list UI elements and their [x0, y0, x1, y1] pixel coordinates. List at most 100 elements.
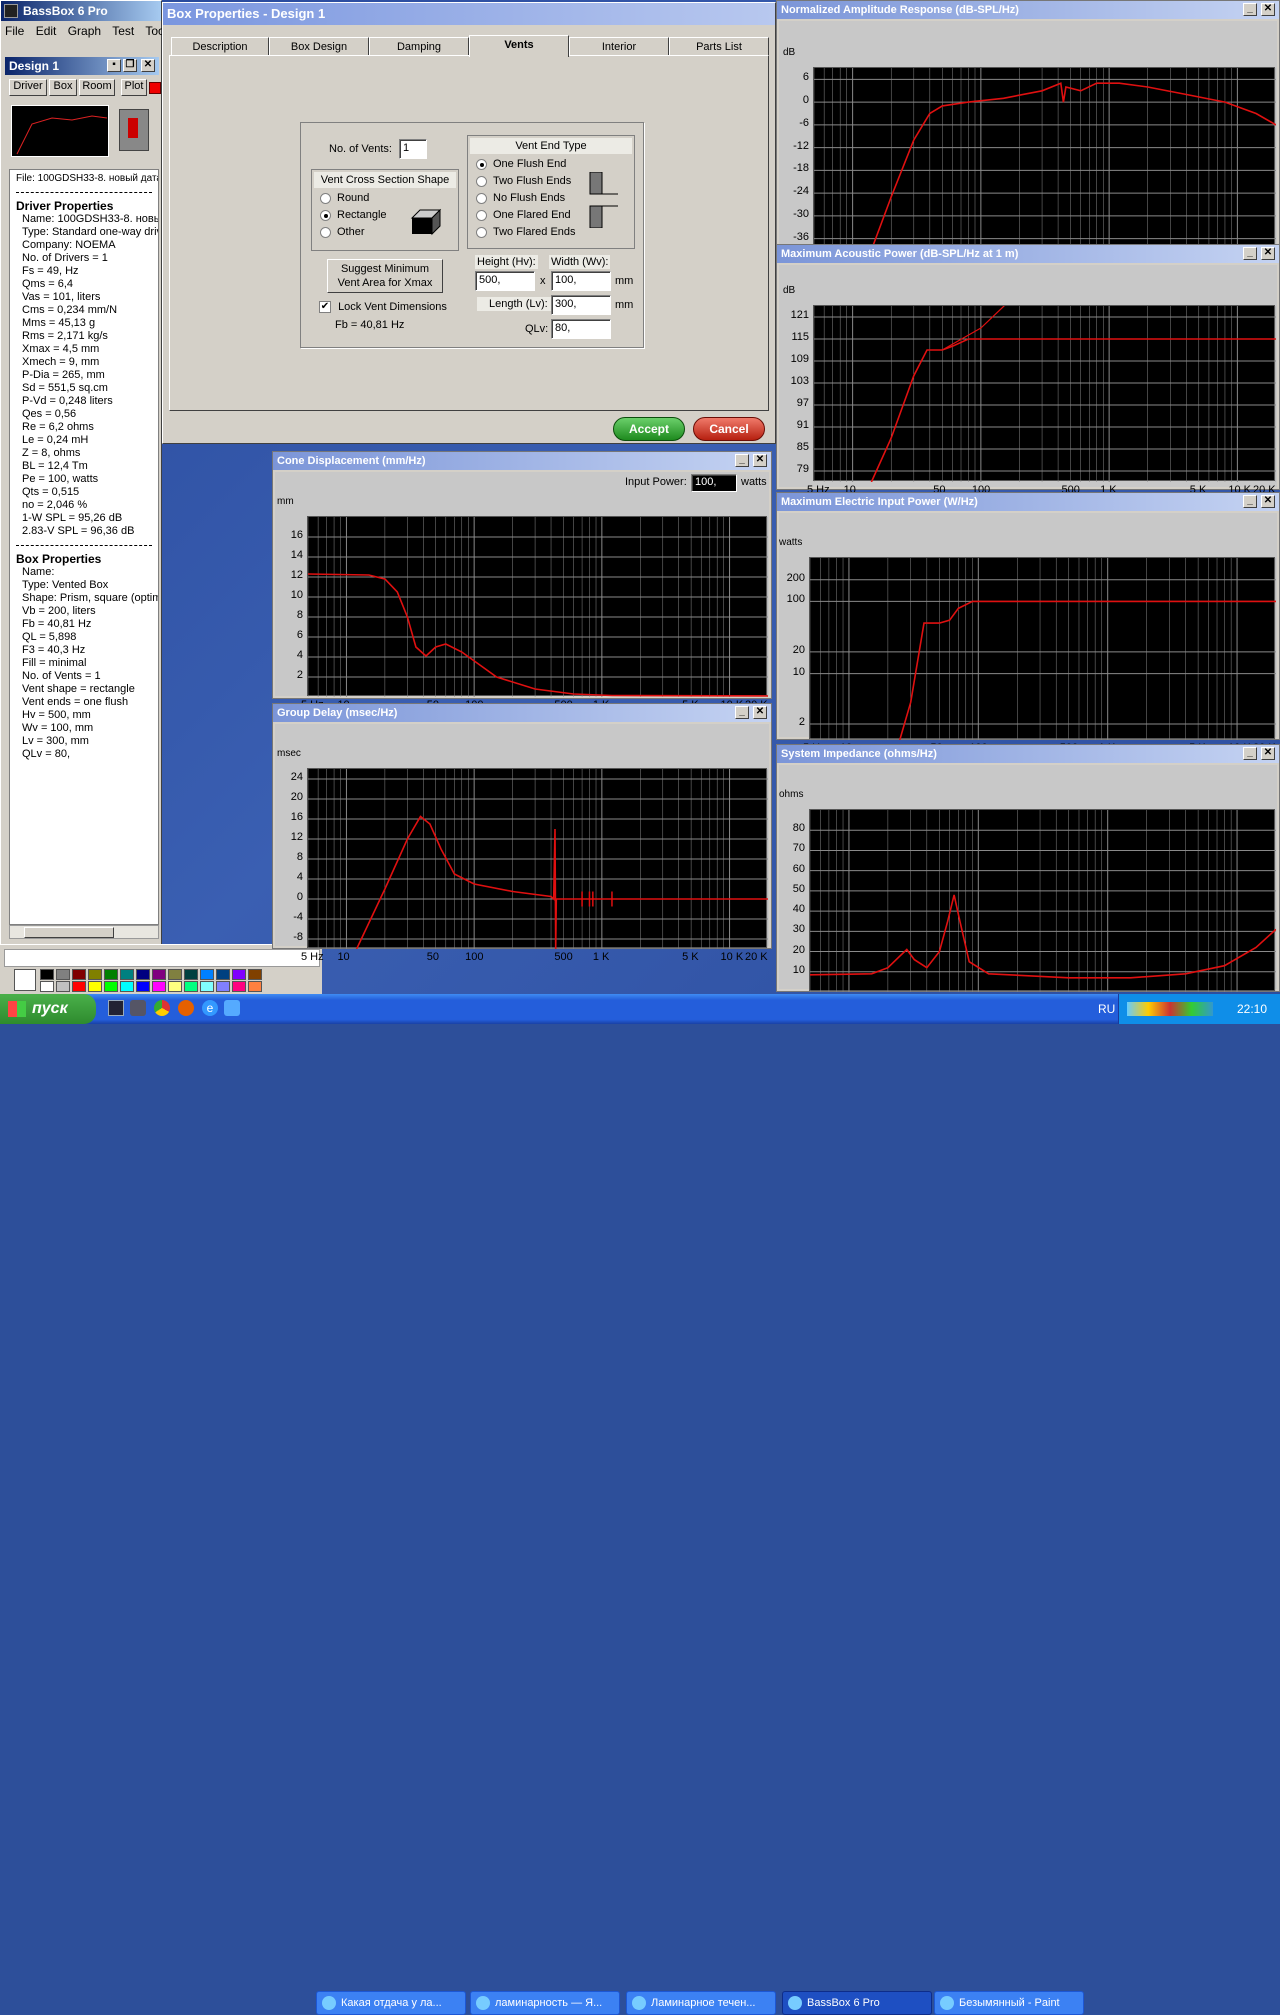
menu-file[interactable]: File — [5, 24, 24, 38]
palette-swatch[interactable] — [232, 969, 246, 980]
palette-swatch[interactable] — [72, 981, 86, 992]
minimize-icon[interactable]: _ — [1243, 3, 1257, 16]
minimize-icon[interactable]: _ — [1243, 247, 1257, 260]
box-properties-heading: Box Properties — [16, 552, 102, 566]
property-line: Fill = minimal — [22, 657, 87, 669]
menu-graph[interactable]: Graph — [68, 24, 101, 38]
minimize-icon[interactable]: _ — [1243, 747, 1257, 760]
palette-swatch[interactable] — [184, 981, 198, 992]
y-tick-label: 6 — [802, 71, 809, 84]
close-icon[interactable]: ✕ — [1261, 747, 1275, 760]
color-indicator[interactable] — [149, 82, 161, 94]
palette-swatch[interactable] — [248, 969, 262, 980]
palette-swatch[interactable] — [120, 969, 134, 980]
tray-icons[interactable] — [1127, 1002, 1213, 1016]
y-tick-label: -12 — [793, 139, 809, 152]
palette-swatch[interactable] — [168, 981, 182, 992]
radio-icon — [320, 192, 331, 204]
close-icon[interactable]: ✕ — [753, 454, 767, 467]
qlv-input[interactable]: 80, — [551, 319, 611, 339]
close-icon[interactable]: ✕ — [1261, 495, 1275, 508]
palette-swatch[interactable] — [136, 981, 150, 992]
width-input[interactable]: 100, — [551, 271, 611, 291]
palette-swatch[interactable] — [120, 981, 134, 992]
language-indicator[interactable]: RU — [1098, 1002, 1115, 1016]
accept-button[interactable]: Accept — [613, 417, 685, 441]
taskbar-item-icon — [322, 1996, 336, 2010]
app-launch-icon[interactable] — [108, 1000, 124, 1016]
restore-icon[interactable]: ❐ — [123, 59, 137, 72]
palette-swatch[interactable] — [104, 969, 118, 980]
taskbar-item[interactable]: Ламинарное течен... — [626, 1991, 776, 2015]
palette-swatch[interactable] — [56, 969, 70, 980]
property-line: Type: Vented Box — [22, 579, 109, 591]
color-palette[interactable] — [14, 969, 264, 993]
palette-swatch[interactable] — [40, 981, 54, 992]
minimize-icon[interactable]: _ — [735, 454, 749, 467]
menu-edit[interactable]: Edit — [36, 24, 57, 38]
taskbar-item[interactable]: Какая отдача у ла... — [316, 1991, 466, 2015]
tab-description[interactable]: Description — [171, 37, 269, 56]
palette-swatch[interactable] — [168, 969, 182, 980]
tab-parts-list[interactable]: Parts List — [669, 37, 769, 56]
palette-swatch[interactable] — [200, 969, 214, 980]
firefox-icon[interactable] — [178, 1000, 194, 1016]
end-type-title: Vent End Type — [470, 138, 632, 154]
minimize-icon[interactable]: _ — [1243, 495, 1257, 508]
tab-vents[interactable]: Vents — [469, 35, 569, 57]
close-icon[interactable]: ✕ — [141, 59, 155, 72]
taskbar-item-icon — [632, 1996, 646, 2010]
ie-icon[interactable]: e — [202, 1000, 218, 1016]
tab-interior[interactable]: Interior — [569, 37, 669, 56]
length-input[interactable]: 300, — [551, 295, 611, 315]
tab-damping[interactable]: Damping — [369, 37, 469, 56]
box-button[interactable]: Box — [49, 79, 77, 96]
end-option-one-flush-end[interactable]: One Flush End — [476, 156, 634, 173]
palette-swatch[interactable] — [216, 981, 230, 992]
room-button[interactable]: Room — [79, 79, 115, 96]
height-input[interactable]: 500, — [475, 271, 535, 291]
taskbar-item[interactable]: ламинарность — Я... — [470, 1991, 620, 2015]
palette-swatch[interactable] — [88, 969, 102, 980]
palette-swatch[interactable] — [248, 981, 262, 992]
divider — [16, 545, 152, 546]
plot-button[interactable]: Plot — [121, 79, 147, 96]
horizontal-scrollbar[interactable] — [9, 925, 159, 939]
palette-swatch[interactable] — [200, 981, 214, 992]
no-vents-input[interactable]: 1 — [399, 139, 427, 159]
palette-swatch[interactable] — [232, 981, 246, 992]
minimize-icon[interactable]: _ — [735, 706, 749, 719]
palette-swatch[interactable] — [136, 969, 150, 980]
y-tick-label: 60 — [792, 862, 805, 875]
palette-swatch[interactable] — [104, 981, 118, 992]
palette-swatch[interactable] — [216, 969, 230, 980]
cancel-button[interactable]: Cancel — [693, 417, 765, 441]
main-title-bar: BassBox 6 Pro — [1, 1, 161, 21]
taskbar-item[interactable]: Безымянный - Paint — [934, 1991, 1084, 2015]
suggest-minimum-button[interactable]: Suggest Minimum Vent Area for Xmax — [327, 259, 443, 293]
menu-test[interactable]: Test — [112, 24, 134, 38]
save-icon[interactable]: ▪ — [107, 59, 121, 72]
driver-button[interactable]: Driver — [9, 79, 47, 96]
close-icon[interactable]: ✕ — [1261, 3, 1275, 16]
start-button[interactable]: пуск — [0, 994, 96, 1024]
chrome-icon[interactable] — [154, 1000, 170, 1016]
palette-swatch[interactable] — [40, 969, 54, 980]
close-icon[interactable]: ✕ — [753, 706, 767, 719]
taskbar-item[interactable]: BassBox 6 Pro — [782, 1991, 932, 2015]
shield-icon[interactable] — [130, 1000, 146, 1016]
tab-box-design[interactable]: Box Design — [269, 37, 369, 56]
lock-vent-checkbox[interactable]: ✔ Lock Vent Dimensions — [319, 301, 447, 314]
palette-swatch[interactable] — [152, 981, 166, 992]
y-tick-label: -6 — [799, 116, 809, 129]
palette-swatch[interactable] — [72, 969, 86, 980]
palette-swatch[interactable] — [152, 969, 166, 980]
palette-swatch[interactable] — [56, 981, 70, 992]
shape-option-round[interactable]: Round — [320, 190, 458, 207]
input-power-input[interactable]: 100, — [691, 474, 737, 492]
palette-swatch[interactable] — [88, 981, 102, 992]
close-icon[interactable]: ✕ — [1261, 247, 1275, 260]
y-tick-label: 10 — [792, 665, 805, 678]
chat-icon[interactable] — [224, 1000, 240, 1016]
palette-swatch[interactable] — [184, 969, 198, 980]
